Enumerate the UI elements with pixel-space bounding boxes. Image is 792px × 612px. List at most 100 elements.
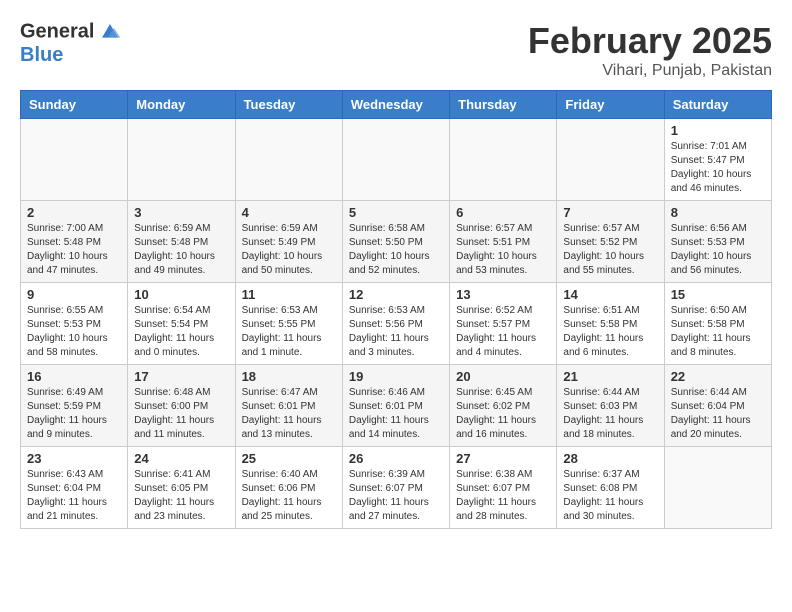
calendar-cell: 17Sunrise: 6:48 AM Sunset: 6:00 PM Dayli… xyxy=(128,365,235,447)
day-info: Sunrise: 6:38 AM Sunset: 6:07 PM Dayligh… xyxy=(456,468,550,524)
day-info: Sunrise: 6:40 AM Sunset: 6:06 PM Dayligh… xyxy=(242,468,336,524)
day-number: 23 xyxy=(27,451,121,466)
day-info: Sunrise: 6:57 AM Sunset: 5:52 PM Dayligh… xyxy=(563,222,657,278)
calendar-cell: 8Sunrise: 6:56 AM Sunset: 5:53 PM Daylig… xyxy=(664,201,771,283)
calendar-cell: 10 Sunrise: 6:54 AM Sunset: 5:54 PM Dayli… xyxy=(128,283,235,365)
day-number: 18 xyxy=(242,369,336,384)
day-number: 21 xyxy=(563,369,657,384)
day-number: 25 xyxy=(242,451,336,466)
calendar-cell: 23 Sunrise: 6:43 AM Sunset: 6:04 PM Dayli… xyxy=(21,447,128,529)
day-info: Sunrise: 6:54 AM Sunset: 5:54 PM Dayligh… xyxy=(134,304,228,360)
day-number: 22 xyxy=(671,369,765,384)
day-number: 1 xyxy=(671,123,765,138)
day-info: Sunrise: 6:53 AM Sunset: 5:55 PM Dayligh… xyxy=(242,304,336,360)
day-number: 26 xyxy=(349,451,443,466)
day-info: Sunrise: 6:59 AM Sunset: 5:48 PM Dayligh… xyxy=(134,222,228,278)
calendar-cell: 19 Sunrise: 6:46 AM Sunset: 6:01 PM Dayli… xyxy=(342,365,449,447)
weekday-header-friday: Friday xyxy=(557,91,664,119)
calendar-cell: 20Sunrise: 6:45 AM Sunset: 6:02 PM Dayli… xyxy=(450,365,557,447)
calendar-cell: 13Sunrise: 6:52 AM Sunset: 5:57 PM Dayli… xyxy=(450,283,557,365)
weekday-header-thursday: Thursday xyxy=(450,91,557,119)
day-info: Sunrise: 6:49 AM Sunset: 5:59 PM Dayligh… xyxy=(27,386,121,442)
day-info: Sunrise: 6:37 AM Sunset: 6:08 PM Dayligh… xyxy=(563,468,657,524)
calendar-cell xyxy=(342,119,449,201)
day-number: 8 xyxy=(671,205,765,220)
weekday-header-monday: Monday xyxy=(128,91,235,119)
day-info: Sunrise: 6:59 AM Sunset: 5:49 PM Dayligh… xyxy=(242,222,336,278)
day-info: Sunrise: 7:01 AM Sunset: 5:47 PM Dayligh… xyxy=(671,140,765,196)
month-year: February 2025 xyxy=(528,20,772,62)
day-info: Sunrise: 6:58 AM Sunset: 5:50 PM Dayligh… xyxy=(349,222,443,278)
weekday-header-saturday: Saturday xyxy=(664,91,771,119)
day-number: 11 xyxy=(242,287,336,302)
calendar-cell: 27 Sunrise: 6:38 AM Sunset: 6:07 PM Dayli… xyxy=(450,447,557,529)
calendar-cell: 11 Sunrise: 6:53 AM Sunset: 5:55 PM Dayli… xyxy=(235,283,342,365)
weekday-header-tuesday: Tuesday xyxy=(235,91,342,119)
calendar-cell: 7 Sunrise: 6:57 AM Sunset: 5:52 PM Daylig… xyxy=(557,201,664,283)
day-info: Sunrise: 6:57 AM Sunset: 5:51 PM Dayligh… xyxy=(456,222,550,278)
calendar-cell: 2Sunrise: 7:00 AM Sunset: 5:48 PM Daylig… xyxy=(21,201,128,283)
calendar-cell: 14Sunrise: 6:51 AM Sunset: 5:58 PM Dayli… xyxy=(557,283,664,365)
day-info: Sunrise: 6:50 AM Sunset: 5:58 PM Dayligh… xyxy=(671,304,765,360)
calendar-cell xyxy=(21,119,128,201)
calendar-cell: 28 Sunrise: 6:37 AM Sunset: 6:08 PM Dayli… xyxy=(557,447,664,529)
day-info: Sunrise: 6:48 AM Sunset: 6:00 PM Dayligh… xyxy=(134,386,228,442)
day-info: Sunrise: 6:47 AM Sunset: 6:01 PM Dayligh… xyxy=(242,386,336,442)
calendar-cell: 12Sunrise: 6:53 AM Sunset: 5:56 PM Dayli… xyxy=(342,283,449,365)
calendar-cell: 3 Sunrise: 6:59 AM Sunset: 5:48 PM Daylig… xyxy=(128,201,235,283)
calendar-cell: 16 Sunrise: 6:49 AM Sunset: 5:59 PM Dayli… xyxy=(21,365,128,447)
weekday-header-wednesday: Wednesday xyxy=(342,91,449,119)
logo: General Blue xyxy=(20,20,124,66)
calendar-cell xyxy=(450,119,557,201)
day-info: Sunrise: 6:45 AM Sunset: 6:02 PM Dayligh… xyxy=(456,386,550,442)
day-number: 7 xyxy=(563,205,657,220)
calendar-cell: 4 Sunrise: 6:59 AM Sunset: 5:49 PM Daylig… xyxy=(235,201,342,283)
day-number: 12 xyxy=(349,287,443,302)
day-info: Sunrise: 6:43 AM Sunset: 6:04 PM Dayligh… xyxy=(27,468,121,524)
calendar-cell xyxy=(128,119,235,201)
week-row-4: 16 Sunrise: 6:49 AM Sunset: 5:59 PM Dayli… xyxy=(21,365,772,447)
calendar-cell xyxy=(557,119,664,201)
day-number: 10 xyxy=(134,287,228,302)
week-row-2: 2Sunrise: 7:00 AM Sunset: 5:48 PM Daylig… xyxy=(21,201,772,283)
calendar-cell: 26 Sunrise: 6:39 AM Sunset: 6:07 PM Dayli… xyxy=(342,447,449,529)
day-info: Sunrise: 6:41 AM Sunset: 6:05 PM Dayligh… xyxy=(134,468,228,524)
location: Vihari, Punjab, Pakistan xyxy=(528,62,772,80)
calendar-cell xyxy=(235,119,342,201)
weekday-header-row: SundayMondayTuesdayWednesdayThursdayFrid… xyxy=(21,91,772,119)
calendar-cell: 21 Sunrise: 6:44 AM Sunset: 6:03 PM Dayli… xyxy=(557,365,664,447)
day-number: 2 xyxy=(27,205,121,220)
calendar-cell: 5 Sunrise: 6:58 AM Sunset: 5:50 PM Daylig… xyxy=(342,201,449,283)
day-info: Sunrise: 6:46 AM Sunset: 6:01 PM Dayligh… xyxy=(349,386,443,442)
day-number: 3 xyxy=(134,205,228,220)
week-row-3: 9Sunrise: 6:55 AM Sunset: 5:53 PM Daylig… xyxy=(21,283,772,365)
week-row-1: 1 Sunrise: 7:01 AM Sunset: 5:47 PM Daylig… xyxy=(21,119,772,201)
calendar-cell: 1 Sunrise: 7:01 AM Sunset: 5:47 PM Daylig… xyxy=(664,119,771,201)
day-number: 6 xyxy=(456,205,550,220)
calendar-cell: 6 Sunrise: 6:57 AM Sunset: 5:51 PM Daylig… xyxy=(450,201,557,283)
calendar-cell: 9Sunrise: 6:55 AM Sunset: 5:53 PM Daylig… xyxy=(21,283,128,365)
calendar-cell: 15Sunrise: 6:50 AM Sunset: 5:58 PM Dayli… xyxy=(664,283,771,365)
day-number: 13 xyxy=(456,287,550,302)
day-number: 27 xyxy=(456,451,550,466)
calendar-cell: 18 Sunrise: 6:47 AM Sunset: 6:01 PM Dayli… xyxy=(235,365,342,447)
day-number: 14 xyxy=(563,287,657,302)
day-info: Sunrise: 6:39 AM Sunset: 6:07 PM Dayligh… xyxy=(349,468,443,524)
day-number: 5 xyxy=(349,205,443,220)
day-info: Sunrise: 6:55 AM Sunset: 5:53 PM Dayligh… xyxy=(27,304,121,360)
day-number: 24 xyxy=(134,451,228,466)
calendar-table: SundayMondayTuesdayWednesdayThursdayFrid… xyxy=(20,90,772,529)
day-info: Sunrise: 6:44 AM Sunset: 6:03 PM Dayligh… xyxy=(563,386,657,442)
day-number: 19 xyxy=(349,369,443,384)
day-number: 16 xyxy=(27,369,121,384)
day-number: 28 xyxy=(563,451,657,466)
logo-blue: Blue xyxy=(20,44,124,66)
calendar-cell: 24 Sunrise: 6:41 AM Sunset: 6:05 PM Dayli… xyxy=(128,447,235,529)
calendar-cell: 25 Sunrise: 6:40 AM Sunset: 6:06 PM Dayli… xyxy=(235,447,342,529)
weekday-header-sunday: Sunday xyxy=(21,91,128,119)
calendar-cell xyxy=(664,447,771,529)
day-number: 4 xyxy=(242,205,336,220)
logo-general: General xyxy=(20,20,94,42)
day-info: Sunrise: 6:44 AM Sunset: 6:04 PM Dayligh… xyxy=(671,386,765,442)
week-row-5: 23 Sunrise: 6:43 AM Sunset: 6:04 PM Dayli… xyxy=(21,447,772,529)
